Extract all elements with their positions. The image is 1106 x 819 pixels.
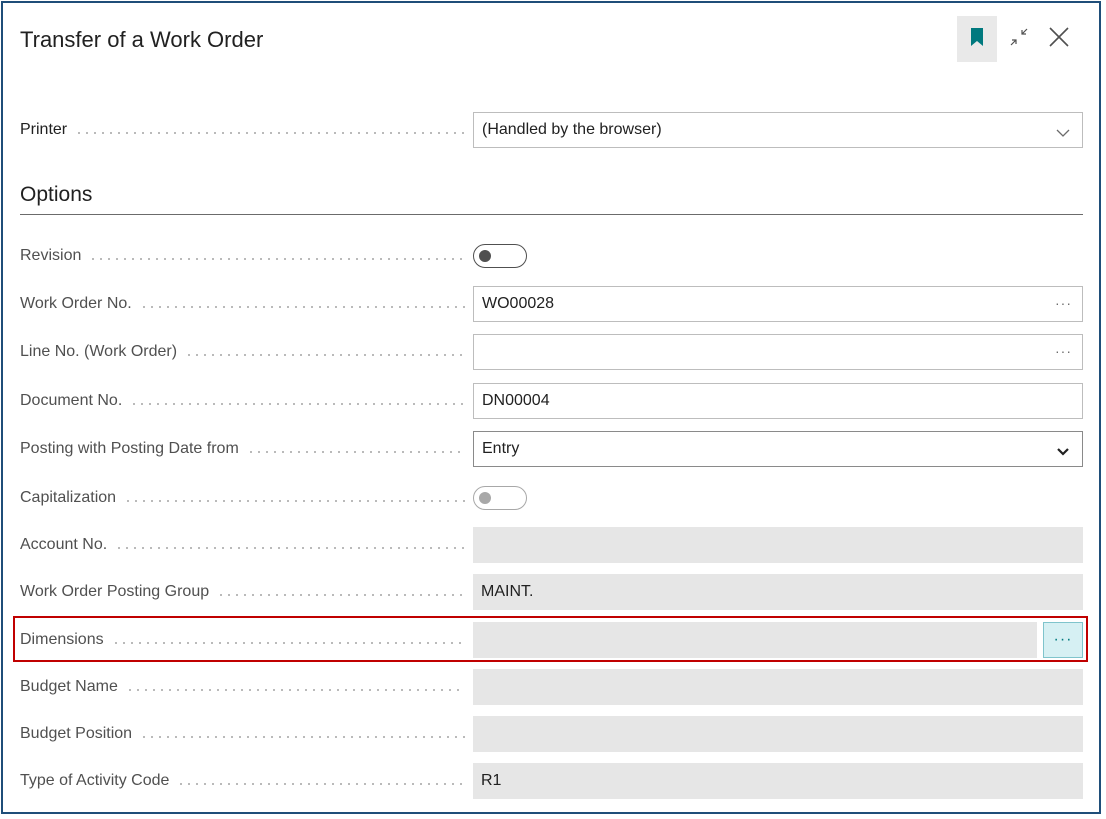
work-order-no-assist-button[interactable]: ··· <box>1055 295 1072 311</box>
activity-code-row: Type of Activity Code R1 <box>20 763 1083 799</box>
line-no-input[interactable]: ··· <box>473 334 1083 370</box>
posting-group-row: Work Order Posting Group MAINT. <box>20 574 1083 610</box>
printer-value: (Handled by the browser) <box>482 121 662 138</box>
dimensions-field <box>473 622 1037 658</box>
posting-group-field: MAINT. <box>473 574 1083 610</box>
posting-date-from-value: Entry <box>482 440 520 457</box>
account-no-field <box>473 527 1083 563</box>
posting-group-value: MAINT. <box>481 583 534 600</box>
work-order-no-input[interactable]: WO00028 ··· <box>473 286 1083 322</box>
revision-label: Revision <box>20 238 465 274</box>
work-order-no-value: WO00028 <box>482 295 555 312</box>
dimensions-row: Dimensions ··· <box>20 622 1083 658</box>
line-no-row: Line No. (Work Order) ··· <box>20 334 1083 370</box>
budget-position-label: Budget Position <box>20 716 465 752</box>
revision-row: Revision <box>20 238 1083 274</box>
revision-toggle[interactable] <box>473 244 527 268</box>
work-order-no-row: Work Order No. WO00028 ··· <box>20 286 1083 322</box>
capitalization-label: Capitalization <box>20 480 465 516</box>
document-no-input[interactable]: DN00004 <box>473 383 1083 419</box>
bookmark-icon <box>970 27 984 51</box>
activity-code-label: Type of Activity Code <box>20 763 465 799</box>
document-no-value: DN00004 <box>482 392 550 409</box>
toggle-knob <box>479 250 491 262</box>
posting-date-from-row: Posting with Posting Date from Entry <box>20 431 1083 467</box>
ellipsis-icon: ··· <box>1053 631 1073 648</box>
close-icon <box>1048 26 1070 53</box>
chevron-down-icon <box>1056 125 1070 143</box>
dialog-title: Transfer of a Work Order <box>20 27 264 52</box>
chevron-down-icon <box>1056 444 1070 462</box>
account-no-row: Account No. <box>20 527 1083 563</box>
collapse-icon <box>1008 26 1030 53</box>
budget-name-field <box>473 669 1083 705</box>
document-no-row: Document No. DN00004 <box>20 383 1083 419</box>
line-no-label: Line No. (Work Order) <box>20 334 465 370</box>
capitalization-row: Capitalization <box>20 480 1083 516</box>
posting-date-from-select[interactable]: Entry <box>473 431 1083 467</box>
printer-select[interactable]: (Handled by the browser) <box>473 112 1083 148</box>
transfer-work-order-dialog: Transfer of a Work Order Printer (Handle… <box>1 1 1101 814</box>
posting-group-label: Work Order Posting Group <box>20 574 465 610</box>
budget-name-label: Budget Name <box>20 669 465 705</box>
budget-name-row: Budget Name <box>20 669 1083 705</box>
bookmark-button[interactable] <box>957 16 997 62</box>
options-section-title: Options <box>20 183 93 206</box>
line-no-assist-button[interactable]: ··· <box>1055 343 1072 359</box>
capitalization-toggle[interactable] <box>473 486 527 510</box>
work-order-no-label: Work Order No. <box>20 286 465 322</box>
printer-row: Printer (Handled by the browser) <box>20 112 1083 148</box>
document-no-label: Document No. <box>20 383 465 419</box>
activity-code-field: R1 <box>473 763 1083 799</box>
dimensions-label: Dimensions <box>20 622 465 658</box>
budget-position-field <box>473 716 1083 752</box>
collapse-button[interactable] <box>1001 16 1037 62</box>
activity-code-value: R1 <box>481 772 502 789</box>
printer-label: Printer <box>20 112 465 148</box>
window-controls <box>957 16 1077 62</box>
posting-date-from-label: Posting with Posting Date from <box>20 431 465 467</box>
dimensions-assist-button[interactable]: ··· <box>1043 622 1083 658</box>
budget-position-row: Budget Position <box>20 716 1083 752</box>
toggle-knob <box>479 492 491 504</box>
close-button[interactable] <box>1041 16 1077 62</box>
section-divider <box>20 214 1083 215</box>
account-no-label: Account No. <box>20 527 465 563</box>
